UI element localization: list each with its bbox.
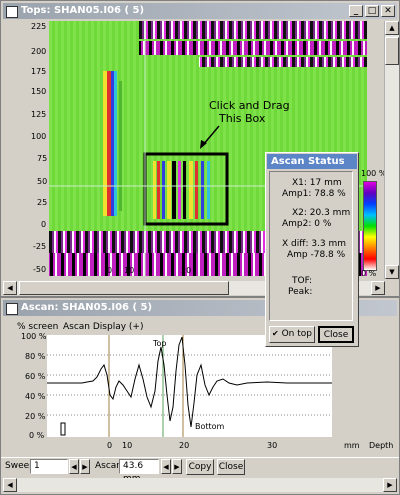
ascan-unit: mm — [344, 441, 360, 450]
colorbar-top-label: 100 % — [361, 169, 387, 178]
ascan-bottom-label: Bottom — [195, 422, 225, 431]
scroll-left-arrow[interactable]: ◀ — [3, 281, 17, 295]
copy-button[interactable]: Copy — [186, 459, 214, 475]
tops-y-tick: 125 — [31, 110, 47, 119]
xdiff-value: X diff: 3.3 mm — [282, 239, 347, 249]
scroll-right-arrow[interactable]: ▶ — [383, 478, 397, 492]
tops-y-tick: 75 — [37, 154, 48, 163]
scroll-up-arrow[interactable]: ▲ — [385, 21, 399, 35]
tops-y-tick: -25 — [33, 242, 47, 251]
amp-diff-value: Amp -78.8 % — [287, 250, 346, 260]
ascan-top-label: Top — [152, 339, 167, 348]
peak-label: Peak: — [288, 287, 313, 297]
x2-value: X2: 20.3 mm — [292, 208, 351, 218]
tops-title: Tops: SHAN05.I06 ( 5) — [21, 5, 145, 16]
tops-y-tick: 225 — [31, 22, 47, 31]
ascan-header-left: % screen — [17, 322, 59, 332]
tops-x-tick: 20 — [181, 266, 192, 275]
tops-y-tick: 100 — [31, 132, 47, 141]
ascan-prev-button[interactable]: ◀ — [161, 459, 171, 474]
maximize-button[interactable]: □ — [365, 5, 379, 17]
tops-titlebar[interactable]: Tops: SHAN05.I06 ( 5) _ □ ✕ — [3, 3, 397, 19]
tops-y-tick: 25 — [37, 198, 48, 207]
colorbar-bottom-label: 0 % — [361, 269, 377, 278]
tops-y-tick: 175 — [31, 67, 47, 76]
scroll-right-arrow[interactable]: ▶ — [371, 281, 385, 295]
ascan-hscrollbar[interactable]: ◀ ▶ — [3, 478, 397, 492]
ascan-plot: Top Bottom — [47, 335, 332, 437]
app-icon — [6, 303, 18, 315]
annotation-line2: This Box — [218, 112, 266, 125]
ascan-label: Ascan — [95, 461, 123, 471]
ascan-y-tick: 40 % — [25, 392, 46, 401]
pin-icon: ✔ — [272, 329, 279, 338]
ascan-status-dialog: Ascan Status X1: 17 mm Amp1: 78.8 % X2: … — [265, 152, 359, 347]
ascan-controls: Sweep 1 ◀ ▶ Ascan 43.6 mm ◀ ▶ Copy Close — [1, 457, 399, 484]
ascan-y-tick: 0 % — [29, 431, 45, 440]
scroll-down-arrow[interactable]: ▼ — [385, 265, 399, 279]
ascan-status-panel: X1: 17 mm Amp1: 78.8 % X2: 20.3 mm Amp2:… — [269, 171, 353, 321]
ascan-waveform — [47, 336, 332, 428]
ascan-depth-input[interactable]: 43.6 mm — [119, 459, 159, 484]
ascan-depth-label: Depth — [369, 441, 394, 450]
status-close-button[interactable]: Close — [318, 326, 354, 343]
sweep-input[interactable]: 1 — [30, 459, 68, 474]
ascan-header-mode: Ascan Display (+) — [63, 322, 144, 332]
ascan-x-tick: 0 — [107, 441, 113, 450]
close-window-button[interactable]: ✕ — [381, 5, 395, 17]
ascan-y-tick: 60 % — [25, 372, 46, 381]
colorbar — [363, 181, 377, 271]
sweep-prev-button[interactable]: ◀ — [69, 459, 79, 474]
on-top-button[interactable]: ✔ On top — [269, 326, 315, 343]
tops-y-tick: -50 — [33, 265, 47, 274]
tops-y-tick: 200 — [31, 47, 47, 56]
tops-x-tick: 10 — [124, 266, 135, 275]
ascan-y-tick: 20 % — [25, 412, 46, 421]
on-top-label: On top — [281, 329, 312, 339]
app-icon — [6, 6, 18, 18]
amp1-value: Amp1: 78.8 % — [282, 189, 346, 199]
ascan-y-tick: 100 % — [21, 332, 47, 341]
tof-label: TOF: — [292, 276, 313, 286]
tops-y-tick: 0 — [41, 220, 47, 229]
ascan-x-tick: 30 — [267, 441, 278, 450]
x1-value: X1: 17 mm — [292, 178, 342, 188]
annotation-line1: Click and Drag — [209, 99, 290, 112]
ascan-title: Ascan: SHAN05.I06 ( 5) — [21, 302, 153, 313]
ascan-y-tick: 80 % — [25, 352, 46, 361]
ascan-x-tick: 10 — [122, 441, 133, 450]
minimize-button[interactable]: _ — [349, 5, 363, 17]
tops-x-tick: 0 — [107, 266, 113, 275]
tops-y-tick: 150 — [31, 87, 47, 96]
ascan-close-button[interactable]: Close — [217, 459, 245, 475]
scroll-thumb[interactable] — [385, 37, 399, 65]
amp2-value: Amp2: 0 % — [282, 219, 332, 229]
hscroll-thumb[interactable] — [19, 281, 229, 295]
ascan-status-titlebar[interactable]: Ascan Status — [267, 154, 357, 169]
sweep-next-button[interactable]: ▶ — [80, 459, 90, 474]
scroll-left-arrow[interactable]: ◀ — [3, 478, 17, 492]
ascan-next-button[interactable]: ▶ — [172, 459, 182, 474]
ascan-status-title: Ascan Status — [271, 156, 345, 167]
tops-vscrollbar[interactable]: ▲ ▼ — [384, 21, 399, 279]
tops-y-tick: 50 — [37, 177, 48, 186]
ascan-x-tick: 20 — [179, 441, 190, 450]
